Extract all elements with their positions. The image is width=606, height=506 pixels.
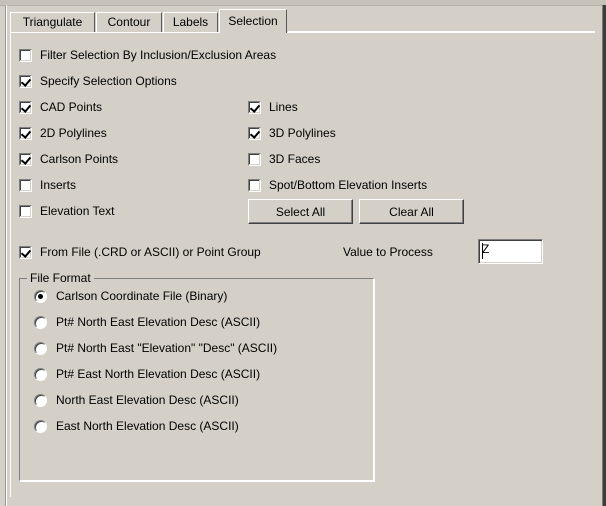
- checkbox-box-icon[interactable]: [19, 100, 32, 114]
- value-to-process-input[interactable]: Z: [478, 239, 543, 264]
- checkbox-cad-points[interactable]: CAD Points: [19, 99, 102, 115]
- text-cursor: [482, 243, 483, 259]
- file-format-groupbox-title: File Format: [27, 271, 94, 285]
- select-all-button[interactable]: Select All: [248, 199, 353, 224]
- radio-circle-icon[interactable]: [34, 289, 47, 303]
- checkbox-box-icon[interactable]: [248, 126, 261, 140]
- checkbox-label: 2D Polylines: [40, 126, 107, 140]
- tab-labels[interactable]: Labels: [163, 12, 218, 32]
- checkbox-spot-bottom-elevation-inserts[interactable]: Spot/Bottom Elevation Inserts: [248, 177, 427, 193]
- radio-label: Pt# North East Elevation Desc (ASCII): [56, 315, 261, 329]
- file-format-groupbox: File Format Carlson Coordinate File (Bin…: [19, 271, 374, 481]
- radio-carlson-coordinate-file-binary[interactable]: Carlson Coordinate File (Binary): [34, 288, 227, 304]
- checkbox-3d-faces[interactable]: 3D Faces: [248, 151, 320, 167]
- value-to-process-label: Value to Process: [343, 245, 433, 259]
- checkbox-label: From File (.CRD or ASCII) or Point Group: [40, 245, 261, 259]
- checkbox-box-icon[interactable]: [19, 204, 32, 218]
- radio-circle-icon[interactable]: [34, 393, 47, 407]
- checkbox-from-file-or-point-group[interactable]: From File (.CRD or ASCII) or Point Group: [19, 244, 261, 260]
- checkbox-box-icon[interactable]: [19, 245, 32, 259]
- radio-label: East North Elevation Desc (ASCII): [56, 419, 239, 433]
- checkbox-box-icon[interactable]: [248, 152, 261, 166]
- checkbox-carlson-points[interactable]: Carlson Points: [19, 151, 118, 167]
- tab-selection[interactable]: Selection: [219, 9, 287, 33]
- checkbox-box-icon[interactable]: [248, 100, 261, 114]
- radio-pt-east-north-elevation-desc-ascii[interactable]: Pt# East North Elevation Desc (ASCII): [34, 366, 260, 382]
- checkbox-filter-selection-by-inclusion-exclusion-areas[interactable]: Filter Selection By Inclusion/Exclusion …: [19, 47, 276, 63]
- checkbox-label: Inserts: [40, 178, 77, 192]
- checkbox-box-icon[interactable]: [19, 48, 32, 62]
- radio-label: Pt# North East "Elevation" "Desc" (ASCII…: [56, 341, 278, 355]
- checkbox-label: Elevation Text: [40, 204, 115, 218]
- window-top-strip: [0, 0, 606, 6]
- checkbox-box-icon[interactable]: [19, 126, 32, 140]
- checkbox-lines[interactable]: Lines: [248, 99, 298, 115]
- tab-triangulate-label: Triangulate: [22, 15, 83, 29]
- checkbox-label: 3D Faces: [269, 152, 321, 166]
- checkbox-label: Spot/Bottom Elevation Inserts: [269, 178, 428, 192]
- radio-circle-icon[interactable]: [34, 341, 47, 355]
- checkbox-label: Lines: [269, 100, 298, 114]
- tab-contour[interactable]: Contour: [96, 12, 162, 32]
- checkbox-3d-polylines[interactable]: 3D Polylines: [248, 125, 336, 141]
- checkbox-box-icon[interactable]: [19, 152, 32, 166]
- checkbox-box-icon[interactable]: [248, 178, 261, 192]
- checkbox-label: Carlson Points: [40, 152, 119, 166]
- checkbox-label: CAD Points: [40, 100, 103, 114]
- checkbox-elevation-text[interactable]: Elevation Text: [19, 203, 115, 219]
- selection-tab-panel: Filter Selection By Inclusion/Exclusion …: [10, 32, 595, 497]
- radio-pt-north-east-quoted-elevation-quoted-desc-ascii[interactable]: Pt# North East "Elevation" "Desc" (ASCII…: [34, 340, 277, 356]
- dialog-window: Triangulate Contour Labels Selection Fil…: [0, 0, 606, 506]
- radio-east-north-elevation-desc-ascii[interactable]: East North Elevation Desc (ASCII): [34, 418, 239, 434]
- tab-labels-label: Labels: [172, 15, 209, 29]
- checkbox-label: 3D Polylines: [269, 126, 336, 140]
- radio-circle-icon[interactable]: [34, 419, 47, 433]
- tab-contour-label: Contour: [107, 15, 151, 29]
- checkbox-label: Specify Selection Options: [40, 74, 177, 88]
- checkbox-specify-selection-options[interactable]: Specify Selection Options: [19, 73, 177, 89]
- window-left-edge-highlight: [6, 5, 7, 506]
- tab-triangulate[interactable]: Triangulate: [10, 12, 95, 32]
- checkbox-label: Filter Selection By Inclusion/Exclusion …: [40, 48, 277, 62]
- checkbox-box-icon[interactable]: [19, 74, 32, 88]
- clear-all-button[interactable]: Clear All: [359, 199, 464, 224]
- radio-circle-icon[interactable]: [34, 367, 47, 381]
- radio-circle-icon[interactable]: [34, 315, 47, 329]
- radio-label: Carlson Coordinate File (Binary): [56, 289, 228, 303]
- radio-label: Pt# East North Elevation Desc (ASCII): [56, 367, 261, 381]
- radio-label: North East Elevation Desc (ASCII): [56, 393, 239, 407]
- checkbox-box-icon[interactable]: [19, 178, 32, 192]
- tab-selection-label: Selection: [228, 14, 278, 28]
- radio-pt-north-east-elevation-desc-ascii[interactable]: Pt# North East Elevation Desc (ASCII): [34, 314, 260, 330]
- checkbox-inserts[interactable]: Inserts: [19, 177, 76, 193]
- checkbox-2d-polylines[interactable]: 2D Polylines: [19, 125, 107, 141]
- radio-north-east-elevation-desc-ascii[interactable]: North East Elevation Desc (ASCII): [34, 392, 239, 408]
